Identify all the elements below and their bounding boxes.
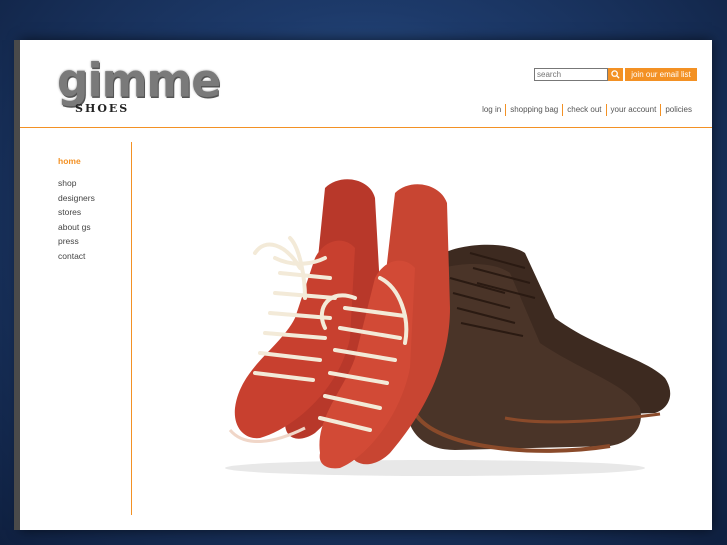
sidebar-item-stores[interactable]: stores: [58, 205, 95, 220]
search-input[interactable]: [534, 68, 608, 81]
page-panel: gimme SHOES join our email list log in s…: [20, 40, 712, 530]
sidebar-divider: [131, 142, 132, 515]
sidebar-item-home[interactable]: home: [58, 156, 95, 166]
sidebar-item-shop[interactable]: shop: [58, 176, 95, 191]
hero-shoes-image: [225, 179, 671, 476]
search-button[interactable]: [608, 68, 623, 81]
sidebar-item-contact[interactable]: contact: [58, 249, 95, 264]
sidebar-item-about[interactable]: about gs: [58, 220, 95, 235]
header-divider: [20, 127, 712, 128]
search-icon: [611, 70, 620, 79]
nav-your-account[interactable]: your account: [605, 104, 661, 116]
brand-logo[interactable]: gimme SHOES: [57, 55, 221, 118]
nav-login[interactable]: log in: [478, 104, 505, 116]
join-email-button[interactable]: join our email list: [625, 68, 697, 81]
top-navigation: log in shopping bag check out your accou…: [478, 104, 696, 116]
nav-shopping-bag[interactable]: shopping bag: [505, 104, 562, 116]
sidebar-item-press[interactable]: press: [58, 234, 95, 249]
search-box: [534, 68, 623, 82]
logo-word: gimme: [57, 54, 221, 109]
logo-subtitle: SHOES: [75, 102, 130, 115]
sidebar-item-designers[interactable]: designers: [58, 191, 95, 206]
sidebar-nav: home shop designers stores about gs pres…: [58, 156, 95, 263]
nav-check-out[interactable]: check out: [562, 104, 605, 116]
nav-policies[interactable]: policies: [660, 104, 696, 116]
